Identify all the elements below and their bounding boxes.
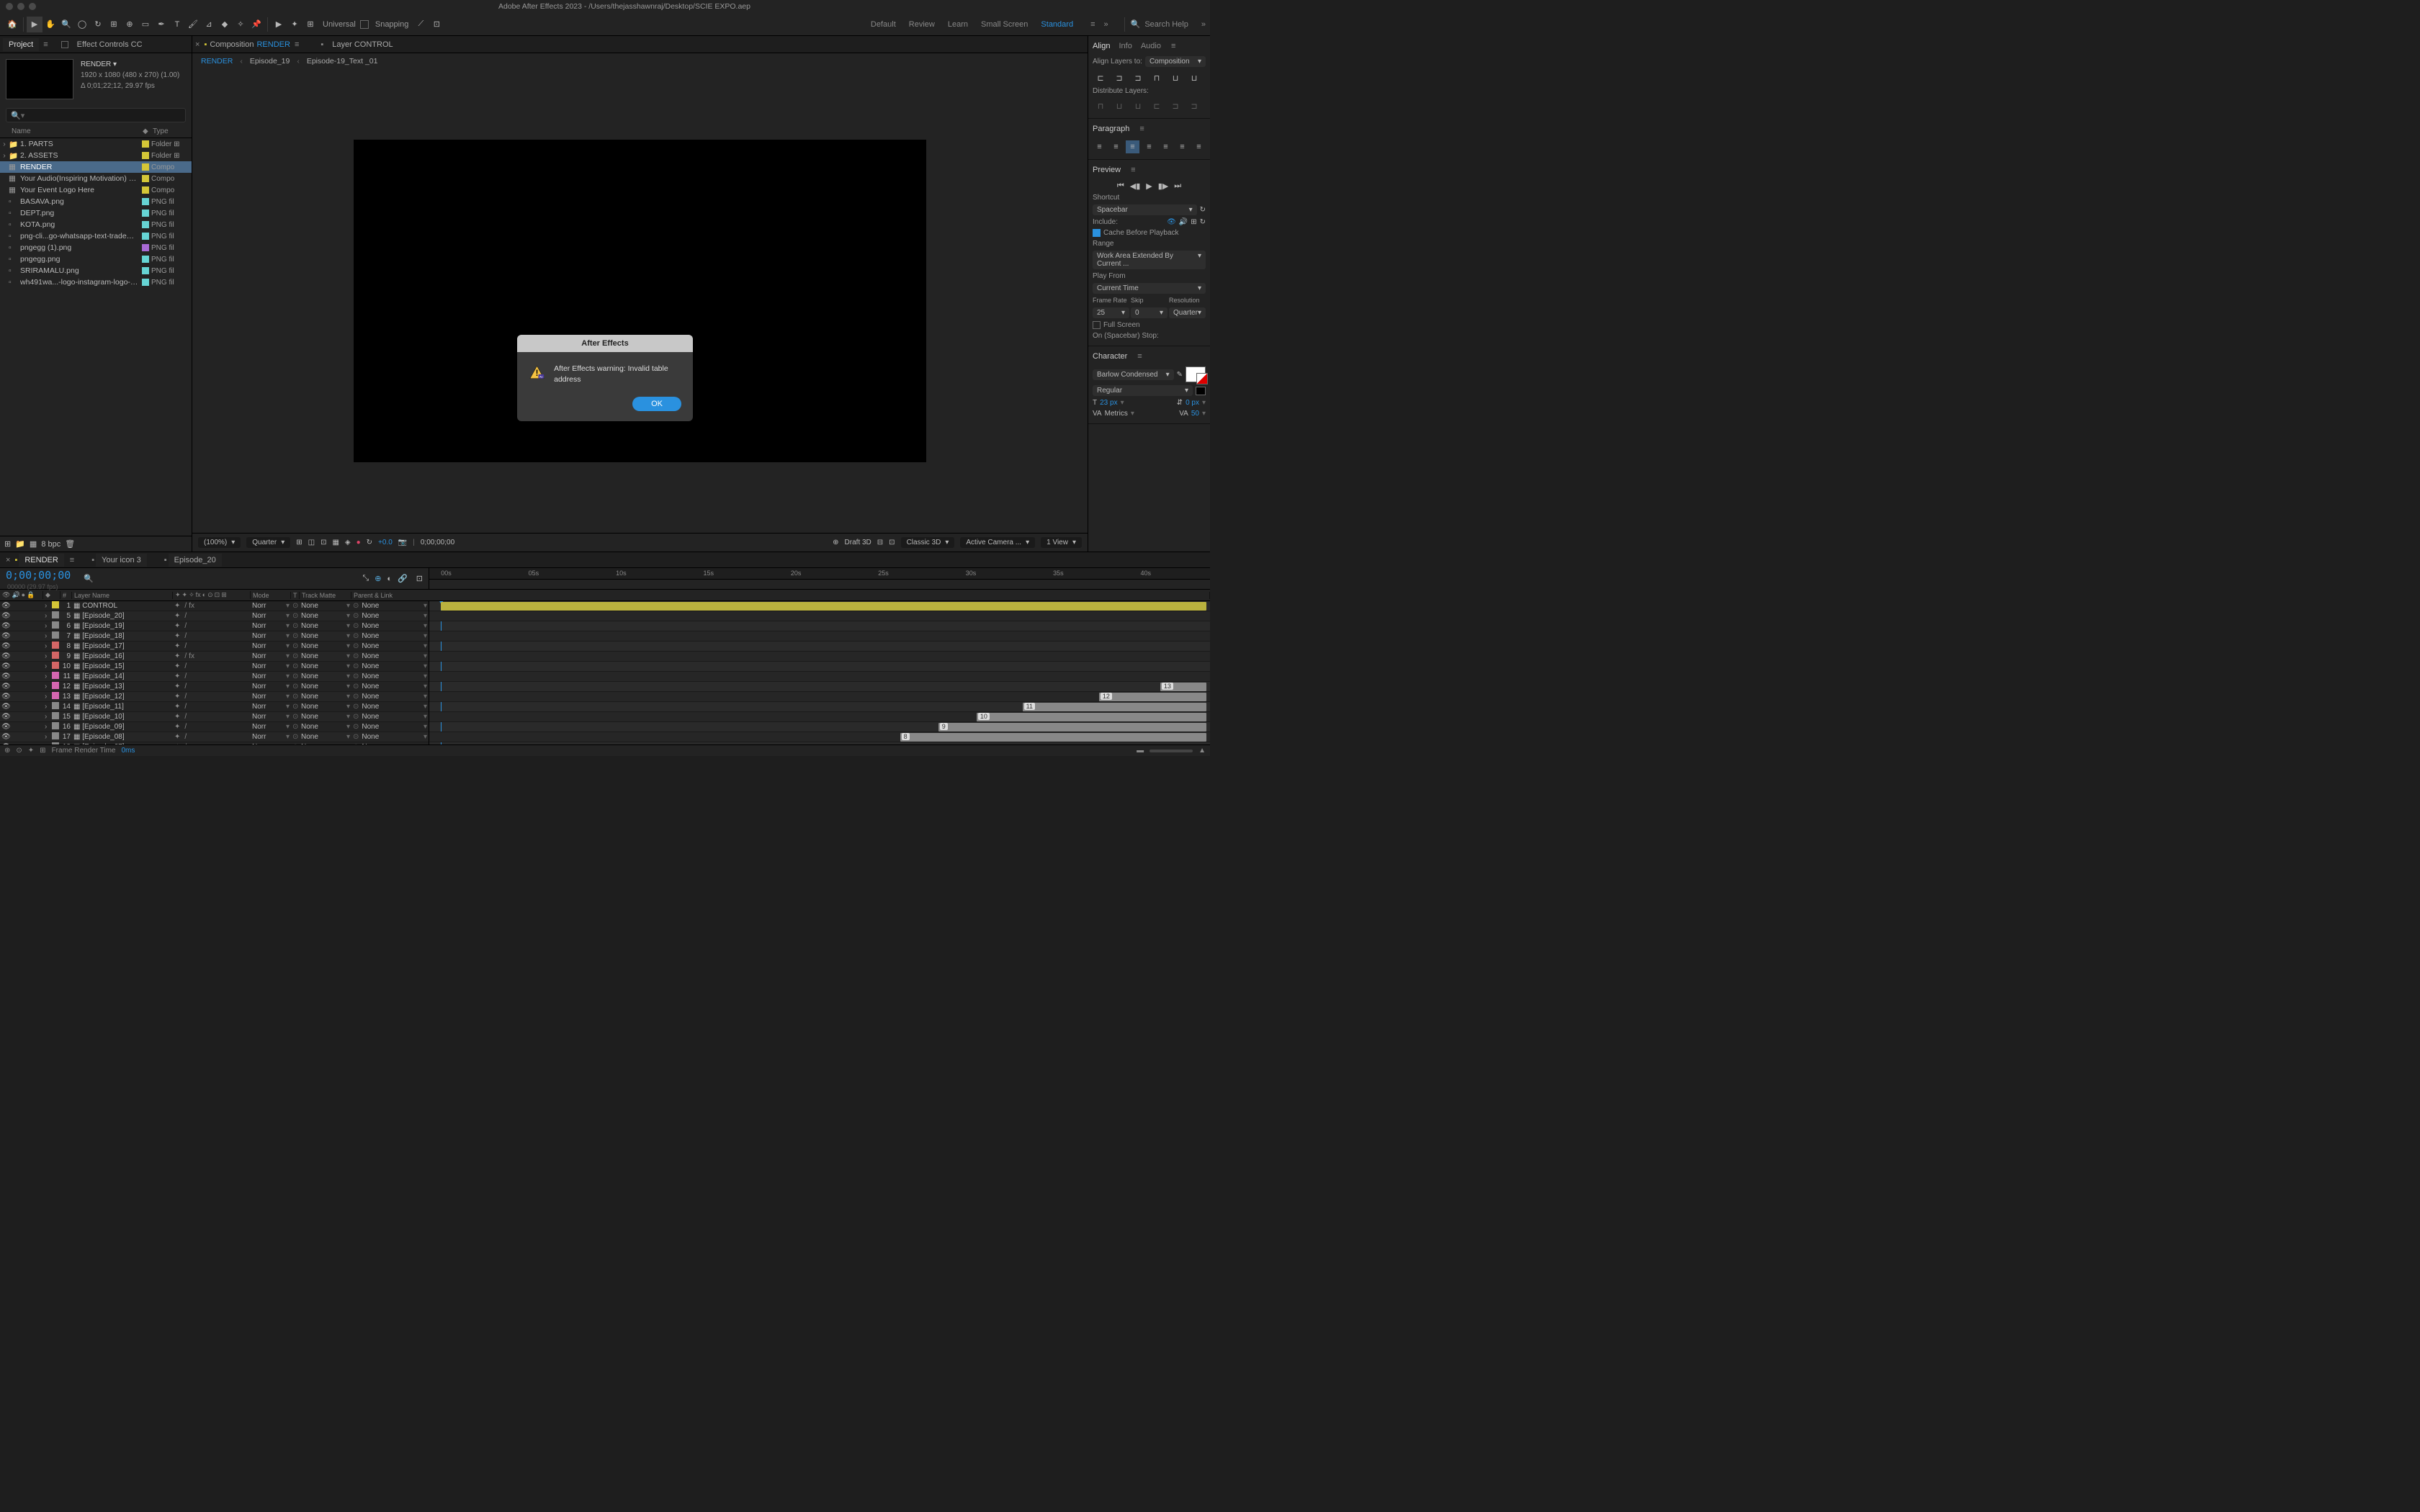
ok-button[interactable]: OK <box>632 397 681 411</box>
dialog-title: After Effects <box>517 335 693 352</box>
dialog-message: After Effects warning: Invalid table add… <box>554 364 681 384</box>
dialog-overlay: After Effects ! Ae After Effects warning… <box>0 0 1210 756</box>
svg-text:!: ! <box>536 369 539 378</box>
svg-text:Ae: Ae <box>539 376 543 379</box>
warning-icon: ! Ae <box>529 364 545 382</box>
warning-dialog: After Effects ! Ae After Effects warning… <box>517 335 693 420</box>
